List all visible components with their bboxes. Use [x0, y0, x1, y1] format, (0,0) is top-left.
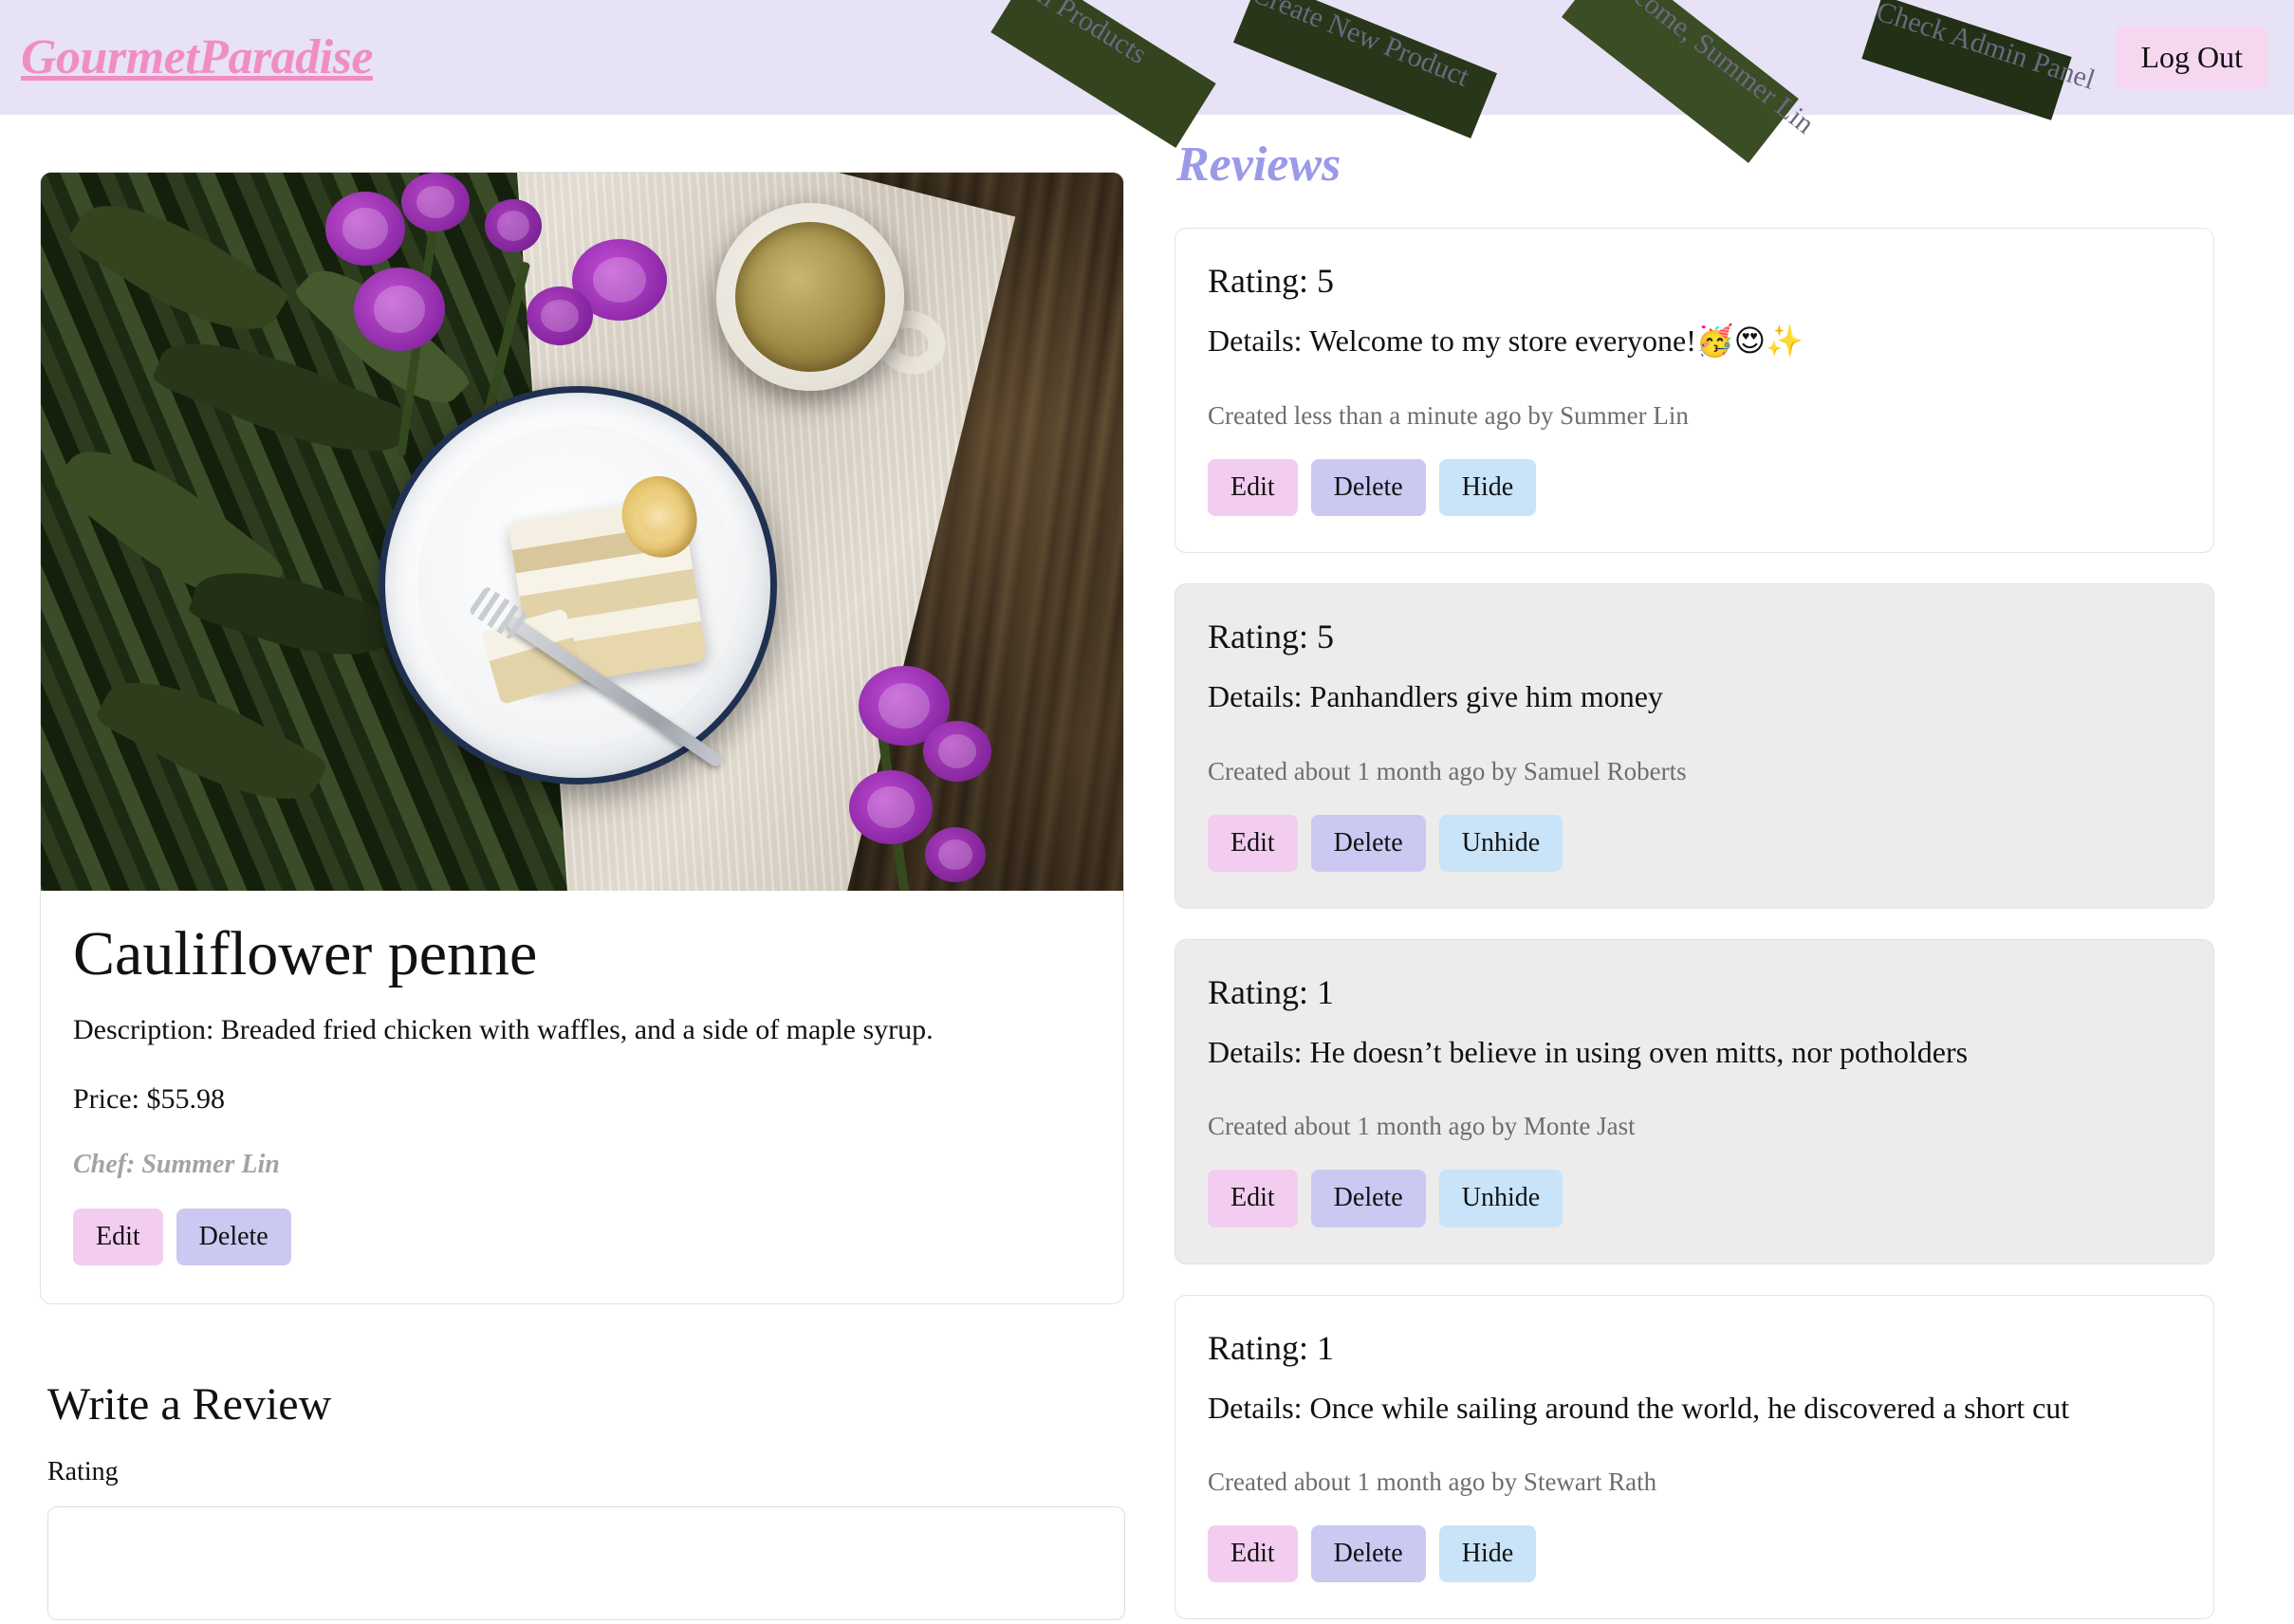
review-edit-button[interactable]: Edit	[1208, 458, 1298, 516]
review-meta: Created less than a minute ago by Summer…	[1208, 400, 1689, 430]
review-meta: Created about 1 month ago by Monte Jast	[1208, 1112, 1636, 1141]
log-out-button[interactable]: Log Out	[2116, 25, 2267, 90]
review-meta: Created about 1 month ago by Samuel Robe…	[1208, 756, 1687, 785]
product-delete-button[interactable]: Delete	[176, 1209, 291, 1266]
product-title: Cauliflower penne	[73, 919, 538, 988]
review-visibility-button[interactable]: Hide	[1438, 1525, 1537, 1583]
product-column: Cauliflower penne Description: Breaded f…	[0, 115, 1131, 1621]
review-delete-button[interactable]: Delete	[1310, 1170, 1426, 1227]
product-actions: Edit Delete	[73, 1209, 1091, 1266]
review-details: Details: He doesn’t believe in using ove…	[1208, 1033, 2181, 1073]
review-edit-button[interactable]: Edit	[1208, 814, 1298, 872]
product-details: Cauliflower penne Description: Breaded f…	[41, 891, 1123, 1303]
review-details: Details: Welcome to my store everyone!🥳😍…	[1208, 322, 2181, 361]
rating-field-label: Rating	[47, 1457, 119, 1487]
review-rating: Rating: 5	[1208, 262, 1334, 301]
review-details: Details: Once while sailing around the w…	[1208, 1389, 2181, 1429]
reviews-list: Rating: 5 Details: Welcome to my store ev…	[1175, 228, 2214, 1620]
review-delete-button[interactable]: Delete	[1310, 1525, 1426, 1583]
product-image	[41, 173, 1123, 891]
product-card: Cauliflower penne Description: Breaded f…	[40, 172, 1124, 1305]
review-details: Details: Panhandlers give him money	[1208, 677, 2181, 717]
product-chef: Chef: Summer Lin	[73, 1150, 280, 1180]
review-card: Rating: 1 Details: He doesn’t believe in …	[1175, 938, 2214, 1264]
page-content: Cauliflower penne Description: Breaded f…	[0, 115, 2294, 1624]
product-price: Price: $55.98	[73, 1083, 225, 1116]
review-delete-button[interactable]: Delete	[1310, 814, 1426, 872]
review-visibility-button[interactable]: Unhide	[1438, 1170, 1563, 1227]
review-actions: Edit Delete Unhide	[1208, 814, 2181, 872]
review-details-text: Details: Panhandlers give him money	[1208, 678, 1663, 713]
review-visibility-button[interactable]: Unhide	[1438, 814, 1563, 872]
review-delete-button[interactable]: Delete	[1310, 458, 1426, 516]
reviews-heading: Reviews	[1176, 138, 1341, 192]
review-actions: Edit Delete Unhide	[1208, 1170, 2181, 1227]
review-details-text: Details: Once while sailing around the w…	[1208, 1390, 2070, 1425]
review-rating: Rating: 1	[1208, 1328, 1334, 1367]
product-description: Description: Breaded fried chicken with …	[73, 1014, 934, 1046]
write-review-section: Write a Review Rating	[40, 1378, 1131, 1621]
review-emoji: 🥳😍✨	[1695, 323, 1804, 360]
write-review-heading: Write a Review	[47, 1379, 332, 1430]
review-rating: Rating: 5	[1208, 617, 1334, 655]
review-card: Rating: 5 Details: Panhandlers give him m…	[1175, 582, 2214, 909]
rating-input[interactable]	[47, 1506, 1125, 1621]
review-card: Rating: 1 Details: Once while sailing aro…	[1175, 1294, 2214, 1620]
review-visibility-button[interactable]: Hide	[1438, 458, 1537, 516]
primary-nav: All Products Create New Product Welcome,…	[990, 0, 2267, 163]
reviews-column: Reviews Rating: 5 Details: Welcome to my …	[1131, 115, 2256, 1624]
review-details-text: Details: He doesn’t believe in using ove…	[1208, 1034, 1969, 1069]
review-actions: Edit Delete Hide	[1208, 458, 2181, 516]
review-details-text: Details: Welcome to my store everyone!	[1208, 323, 1696, 359]
review-meta: Created about 1 month ago by Stewart Rat…	[1208, 1467, 1657, 1497]
review-edit-button[interactable]: Edit	[1208, 1170, 1298, 1227]
nav-item-check-admin-panel[interactable]: Check Admin Panel	[1861, 0, 2100, 120]
brand-logo[interactable]: GourmetParadise	[21, 32, 373, 83]
review-card: Rating: 5 Details: Welcome to my store ev…	[1175, 228, 2214, 553]
review-actions: Edit Delete Hide	[1208, 1525, 2181, 1583]
product-edit-button[interactable]: Edit	[73, 1209, 163, 1266]
top-navbar: GourmetParadise All Products Create New …	[0, 0, 2294, 163]
review-rating: Rating: 1	[1208, 972, 1334, 1011]
review-edit-button[interactable]: Edit	[1208, 1525, 1298, 1583]
